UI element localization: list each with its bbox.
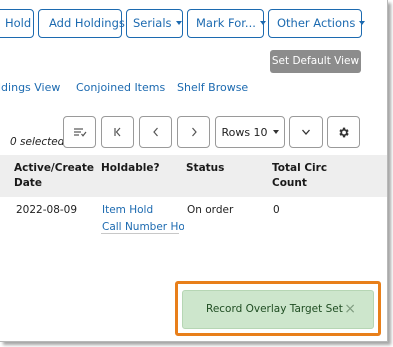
- selected-count: 0 selected: [10, 136, 65, 148]
- chevron-down-icon: [302, 129, 310, 135]
- column-options-button[interactable]: [289, 116, 323, 148]
- cell-active-date: 2022-08-09: [16, 204, 78, 216]
- toast-notification: Record Overlay Target Set ×: [182, 290, 374, 329]
- rows-per-page-dropdown[interactable]: Rows 10: [215, 116, 285, 148]
- chevron-right-icon: [191, 127, 197, 137]
- first-page-icon: [113, 127, 120, 137]
- next-page-button[interactable]: [177, 116, 210, 148]
- divider: [101, 233, 179, 234]
- mark-for-dropdown-button[interactable]: Mark For...: [187, 9, 264, 38]
- first-page-button[interactable]: [101, 116, 134, 148]
- chevron-down-icon: [355, 16, 365, 30]
- screenshot-frame: Hold Add Holdings Serials Mark For... Ot…: [0, 0, 388, 342]
- set-default-view-button[interactable]: Set Default View: [270, 50, 361, 73]
- toast-message: Record Overlay Target Set: [206, 303, 343, 315]
- chevron-left-icon: [152, 127, 158, 137]
- list-actions-icon: [73, 128, 86, 137]
- place-hold-button[interactable]: Hold: [0, 9, 34, 38]
- tab-shelf-browse[interactable]: Shelf Browse: [177, 81, 248, 94]
- previous-page-button[interactable]: [139, 116, 172, 148]
- column-header-holdable[interactable]: Holdable?: [101, 161, 160, 176]
- serials-dropdown-button[interactable]: Serials: [126, 9, 183, 38]
- serials-label: Serials: [133, 16, 172, 30]
- add-holdings-button[interactable]: Add Holdings: [38, 9, 125, 38]
- tab-holdings-view[interactable]: ldings View: [0, 81, 60, 94]
- gear-icon: [339, 127, 349, 137]
- chevron-down-icon: [172, 16, 182, 30]
- column-header-active-date[interactable]: Active/Create Date: [14, 161, 94, 191]
- item-hold-link[interactable]: Item Hold: [102, 204, 153, 216]
- actions-menu-button[interactable]: [63, 116, 96, 148]
- column-header-status[interactable]: Status: [186, 161, 224, 176]
- cell-total-circ: 0: [273, 204, 280, 216]
- close-icon[interactable]: ×: [344, 291, 356, 328]
- call-number-hold-link[interactable]: Call Number Hold: [102, 221, 184, 233]
- tab-conjoined-items[interactable]: Conjoined Items: [76, 81, 165, 94]
- column-header-total-circ[interactable]: Total Circ Count: [272, 161, 342, 191]
- mark-for-label: Mark For...: [196, 16, 256, 30]
- chevron-down-icon: [272, 130, 279, 134]
- chevron-down-icon: [256, 16, 266, 30]
- other-actions-label: Other Actions: [277, 16, 356, 30]
- cell-status: On order: [187, 204, 234, 216]
- other-actions-dropdown-button[interactable]: Other Actions: [268, 9, 362, 38]
- rows-per-page-label: Rows 10: [221, 125, 268, 139]
- grid-settings-button[interactable]: [327, 116, 360, 148]
